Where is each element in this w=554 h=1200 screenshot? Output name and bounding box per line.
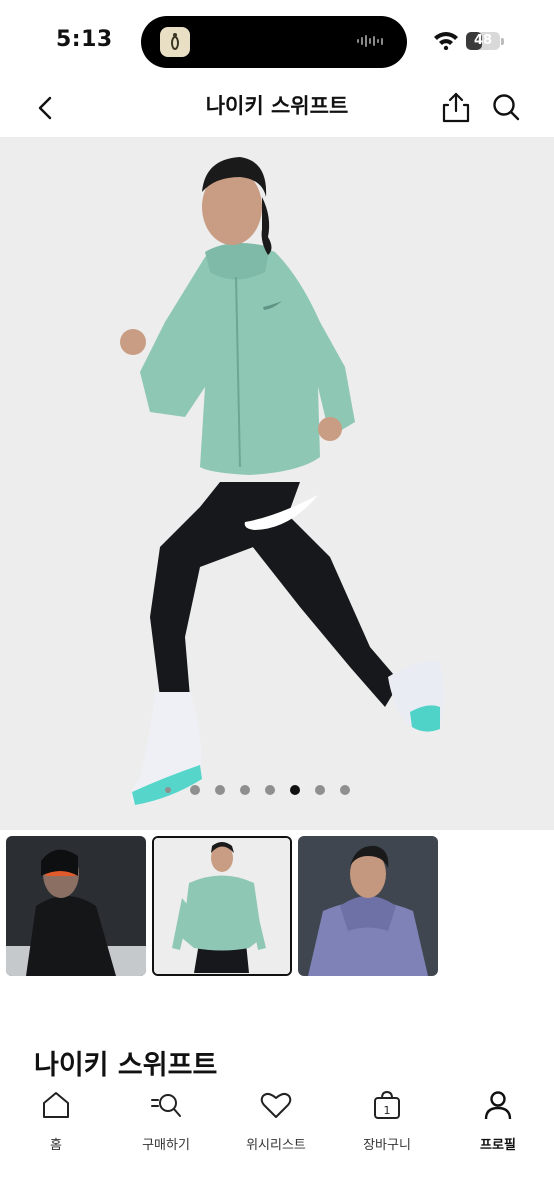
product-photo-runner — [0, 137, 554, 830]
tab-label-wishlist: 위시리스트 — [246, 1138, 306, 1153]
carousel-dot[interactable] — [190, 785, 200, 795]
battery-indicator: 48 — [466, 32, 500, 50]
battery-nub — [501, 38, 504, 45]
search-button[interactable] — [490, 91, 522, 123]
carousel-dot[interactable] — [240, 785, 250, 795]
tab-bag[interactable]: 1 장바구니 — [337, 1088, 437, 1158]
carousel-dot[interactable] — [340, 785, 350, 795]
status-bar: 5:13 48 — [0, 0, 554, 82]
tab-profile[interactable]: 프로필 — [448, 1088, 548, 1158]
tab-shop[interactable]: 구매하기 — [116, 1088, 216, 1158]
tab-label-shop: 구매하기 — [142, 1138, 190, 1153]
bag-count-badge: 1 — [384, 1104, 391, 1117]
bag-icon: 1 — [374, 1090, 400, 1119]
carousel-dot[interactable] — [290, 785, 300, 795]
thumbnail-black-jacket[interactable] — [6, 836, 146, 976]
product-image-carousel[interactable] — [0, 137, 554, 830]
now-playing-app-icon — [160, 27, 190, 57]
carousel-dot[interactable] — [265, 785, 275, 795]
home-icon — [43, 1092, 69, 1118]
share-button[interactable] — [440, 90, 472, 124]
heart-icon — [260, 1092, 292, 1118]
search-icon — [493, 94, 520, 121]
dynamic-island — [141, 16, 407, 68]
shop-search-icon — [151, 1094, 181, 1117]
battery-percent: 48 — [473, 33, 493, 48]
audio-wave-icon — [357, 34, 383, 48]
profile-icon — [484, 1091, 512, 1120]
carousel-dot[interactable] — [315, 785, 325, 795]
status-time: 5:13 — [56, 27, 113, 52]
product-name: 나이키 스위프트 — [34, 1050, 218, 1081]
tab-label-home: 홈 — [50, 1138, 62, 1153]
top-navigation-bar: 나이키 스위프트 — [0, 82, 554, 136]
tab-wishlist[interactable]: 위시리스트 — [226, 1088, 326, 1158]
thumbnail-lavender-jacket[interactable] — [298, 836, 438, 976]
tab-label-bag: 장바구니 — [363, 1138, 411, 1153]
carousel-page-indicator — [0, 783, 554, 797]
tab-home[interactable]: 홈 — [6, 1088, 106, 1158]
bottom-tab-bar: 홈 구매하기 위시리스트 1 장바구니 프로필 — [0, 1080, 554, 1200]
thumbnail-mint-jacket[interactable] — [152, 836, 292, 976]
carousel-dot[interactable] — [215, 785, 225, 795]
share-icon — [442, 92, 470, 123]
carousel-dot[interactable] — [165, 787, 171, 793]
tab-label-profile: 프로필 — [480, 1138, 516, 1153]
wifi-icon — [434, 32, 458, 50]
